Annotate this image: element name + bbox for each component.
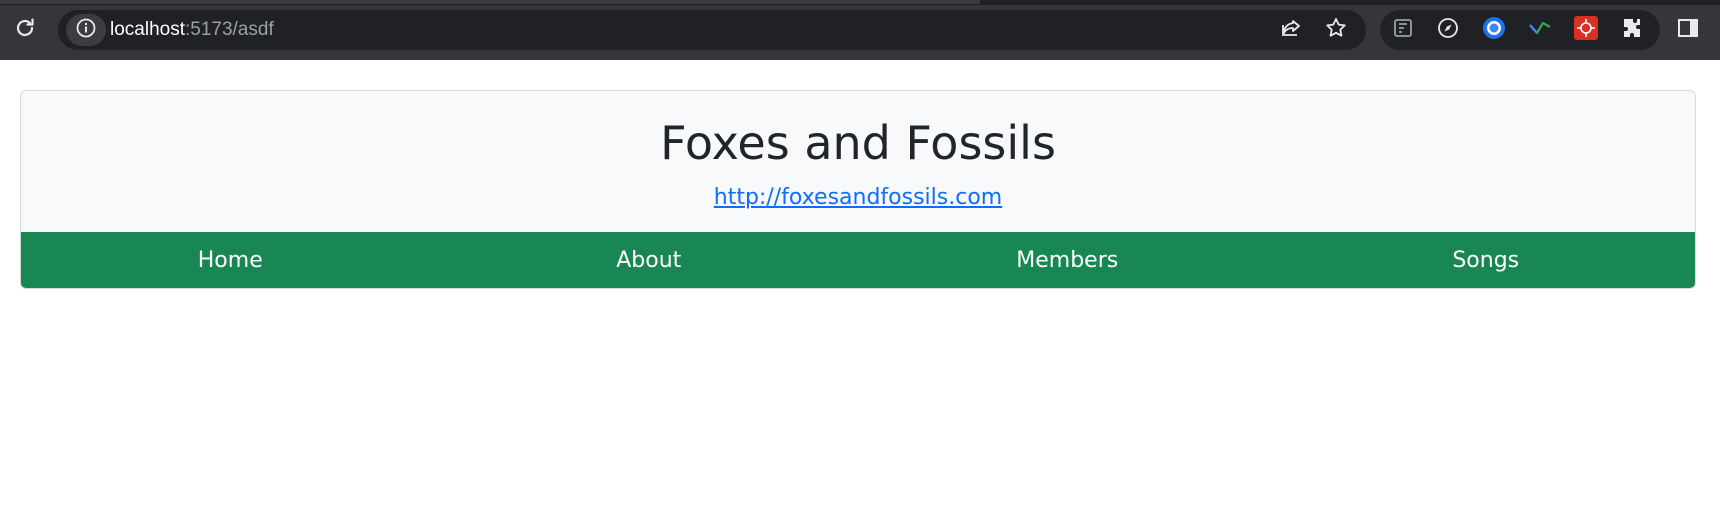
- address-bar[interactable]: localhost:5173/asdf: [58, 10, 1366, 50]
- active-tab-edge: [0, 0, 980, 4]
- reload-button[interactable]: [10, 15, 40, 45]
- share-button[interactable]: [1276, 15, 1306, 45]
- share-icon: [1279, 16, 1303, 44]
- green-check-icon: [1527, 15, 1553, 45]
- site-link[interactable]: http://foxesandfossils.com: [714, 183, 1002, 213]
- extension-button-1[interactable]: [1389, 16, 1417, 44]
- extensions-area: [1380, 10, 1660, 50]
- reload-icon: [13, 16, 37, 44]
- nav-item-members[interactable]: Members: [858, 232, 1277, 288]
- compass-icon: [1436, 16, 1460, 44]
- info-icon: [75, 17, 97, 43]
- bookmark-button[interactable]: [1321, 15, 1351, 45]
- side-panel-icon: [1676, 16, 1700, 44]
- nav-item-about[interactable]: About: [440, 232, 859, 288]
- extension-button-4[interactable]: [1526, 16, 1554, 44]
- tab-strip: [0, 0, 1720, 5]
- url-text[interactable]: localhost:5173/asdf: [110, 10, 274, 50]
- nav-item-home[interactable]: Home: [21, 232, 440, 288]
- nav-item-songs[interactable]: Songs: [1277, 232, 1696, 288]
- url-host: localhost: [110, 19, 185, 40]
- site-info-button[interactable]: [66, 14, 106, 46]
- extension-icon-1: [1391, 16, 1415, 44]
- star-icon: [1324, 16, 1348, 44]
- extension-button-5[interactable]: [1572, 16, 1600, 44]
- red-extension-icon: [1573, 15, 1599, 45]
- extension-button-2[interactable]: [1434, 16, 1462, 44]
- extension-button-3[interactable]: [1480, 16, 1508, 44]
- extensions-menu-button[interactable]: [1618, 16, 1646, 44]
- page-viewport: Foxes and Fossils http://foxesandfossils…: [0, 60, 1720, 532]
- puzzle-icon: [1620, 16, 1644, 44]
- browser-toolbar: localhost:5173/asdf: [0, 0, 1720, 60]
- url-path: :5173/asdf: [185, 19, 274, 40]
- main-nav: Home About Members Songs: [21, 232, 1695, 288]
- side-panel-button[interactable]: [1673, 15, 1703, 45]
- blue-circle-icon: [1481, 15, 1507, 45]
- site-title: Foxes and Fossils: [660, 116, 1056, 170]
- site-header-card: Foxes and Fossils http://foxesandfossils…: [20, 90, 1696, 289]
